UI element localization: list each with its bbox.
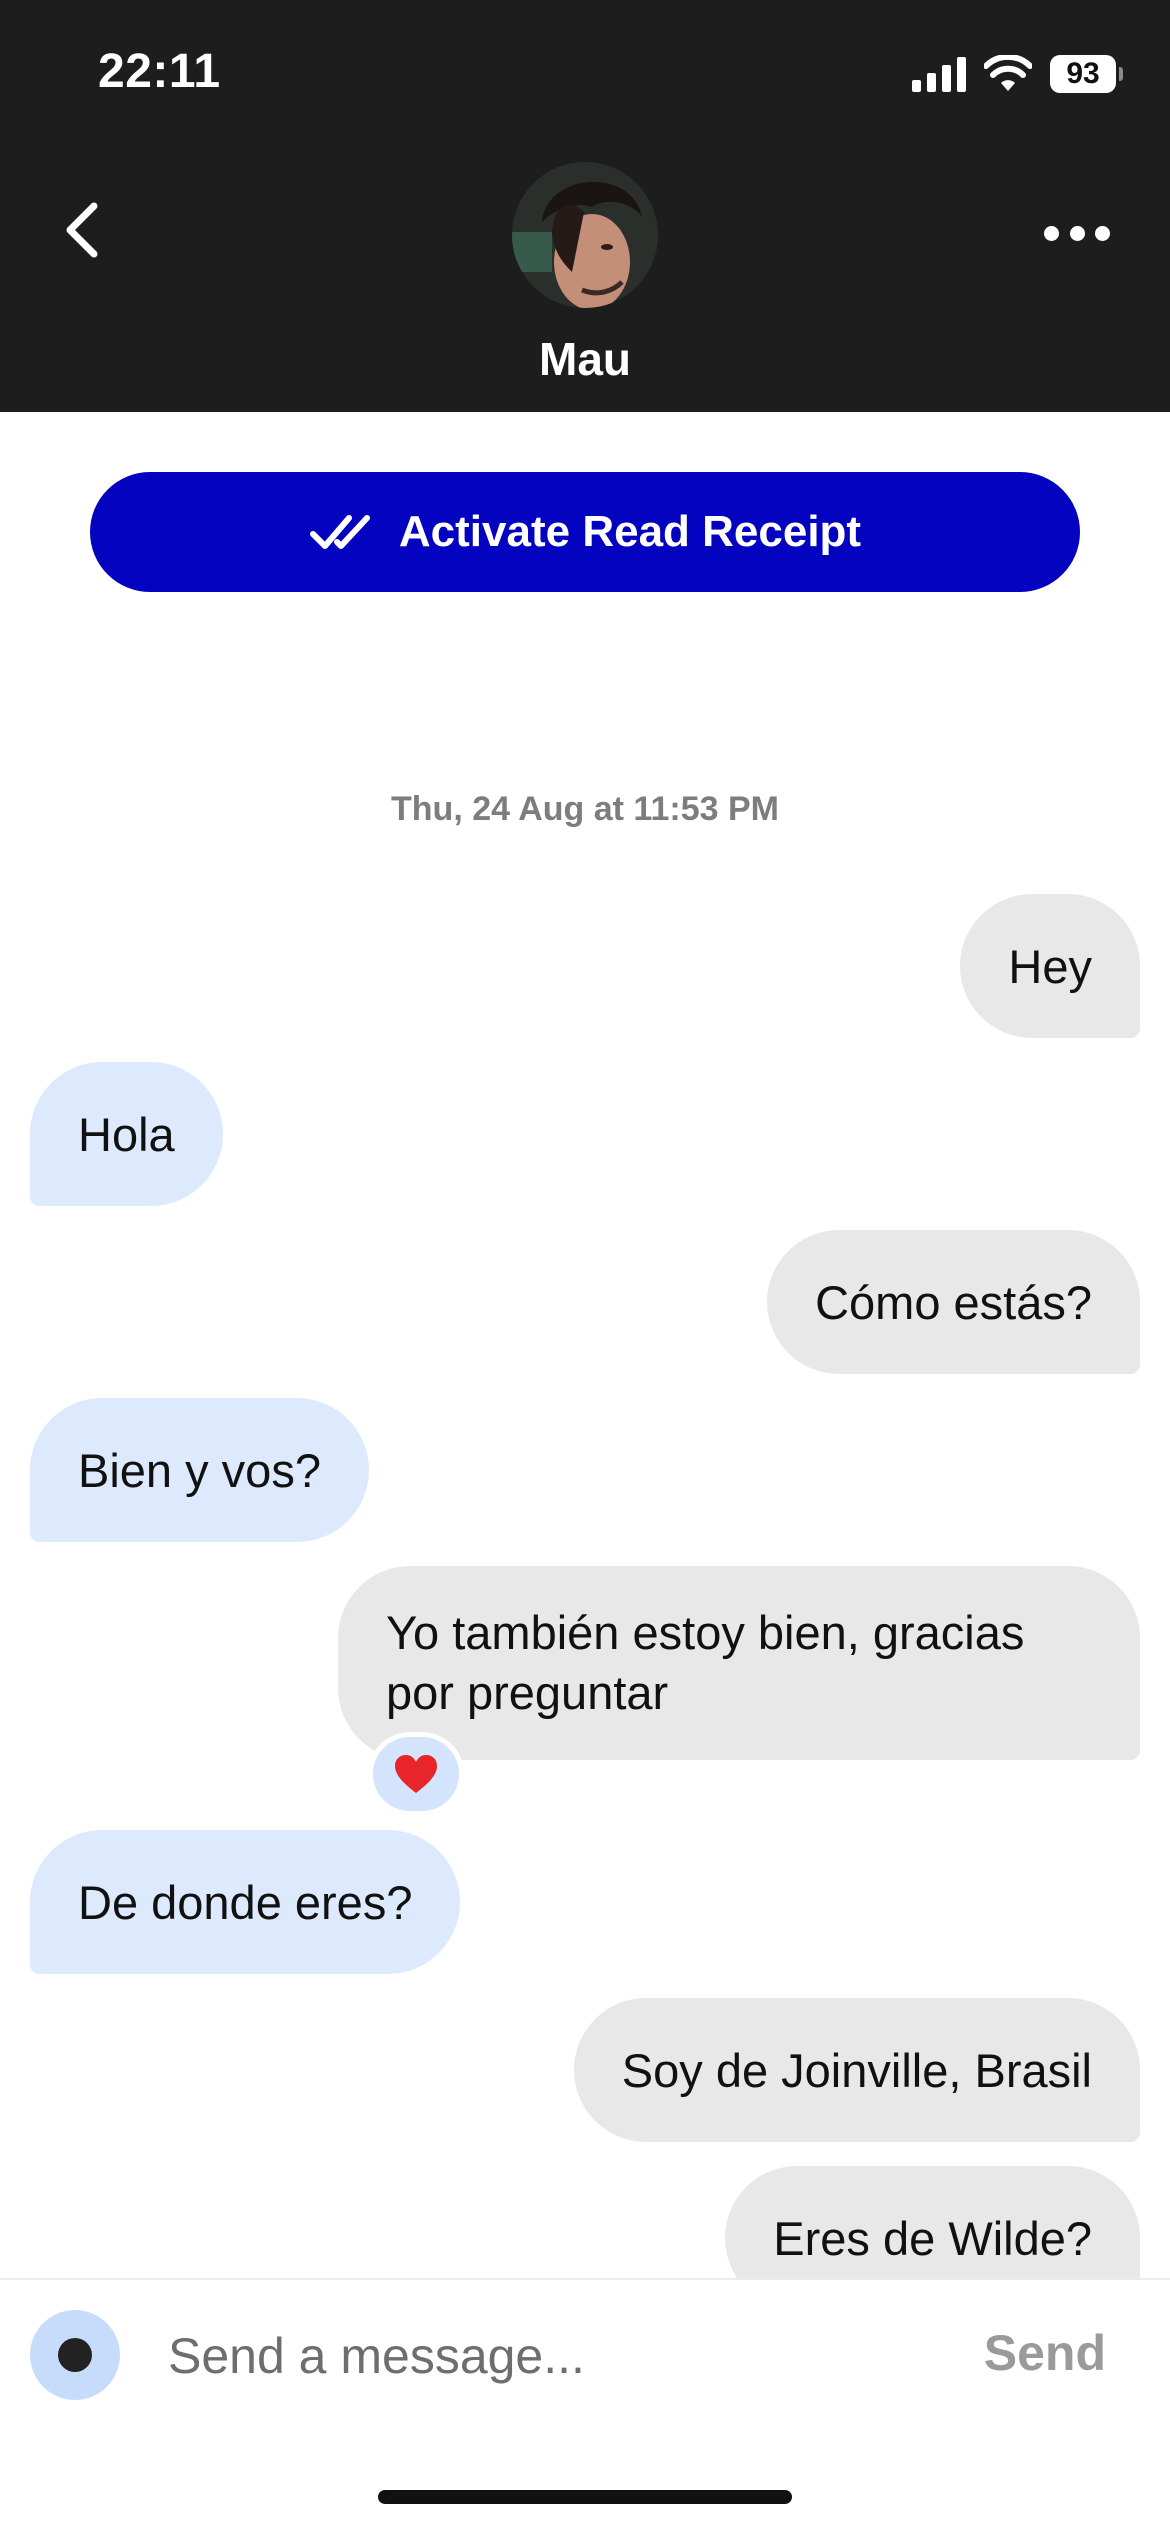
conversation-date: Thu, 24 Aug at 11:53 PM [391, 790, 779, 828]
message-bubble-outgoing[interactable]: Yo también estoy bien, gracias por pregu… [338, 1566, 1140, 1760]
chevron-left-icon[interactable] [58, 198, 106, 262]
status-time: 22:11 [98, 45, 221, 98]
read-receipt-label: Activate Read Receipt [398, 507, 862, 556]
heart-icon [395, 1755, 437, 1793]
double-check-icon [309, 515, 370, 549]
chat-header: 22:11 93 Mau [0, 0, 1170, 412]
message-bubble-incoming[interactable]: De donde eres? [30, 1830, 461, 1974]
message-bubble-incoming[interactable]: Hola [30, 1062, 223, 1206]
record-dot-icon [58, 2338, 92, 2372]
battery-icon: 93 [1050, 55, 1123, 93]
activate-read-receipt-button[interactable]: Activate Read Receipt [90, 472, 1080, 592]
message-input[interactable] [168, 2314, 928, 2398]
battery-level: 93 [1066, 57, 1100, 90]
record-button[interactable] [30, 2310, 120, 2400]
avatar[interactable] [512, 162, 658, 308]
home-indicator[interactable] [378, 2490, 792, 2504]
status-icons: 93 [912, 52, 1123, 96]
message-bubble-outgoing[interactable]: Soy de Joinville, Brasil [573, 1998, 1140, 2142]
avatar-image [512, 162, 658, 308]
message-bubble-outgoing[interactable]: Cómo estás? [767, 1230, 1140, 1374]
message-bubble-outgoing[interactable]: Hey [960, 894, 1140, 1038]
message-bubble-incoming[interactable]: Bien y vos? [30, 1398, 369, 1542]
message-reaction[interactable] [368, 1732, 464, 1816]
wifi-icon [984, 55, 1032, 91]
send-button[interactable]: Send [984, 2324, 1106, 2382]
chat-screen: 22:11 93 Mau Activate Read Receipt Thu, … [0, 0, 1170, 2532]
signal-icon [912, 56, 966, 92]
more-horizontal-icon[interactable] [1044, 222, 1110, 244]
contact-name[interactable]: Mau [0, 332, 1170, 386]
